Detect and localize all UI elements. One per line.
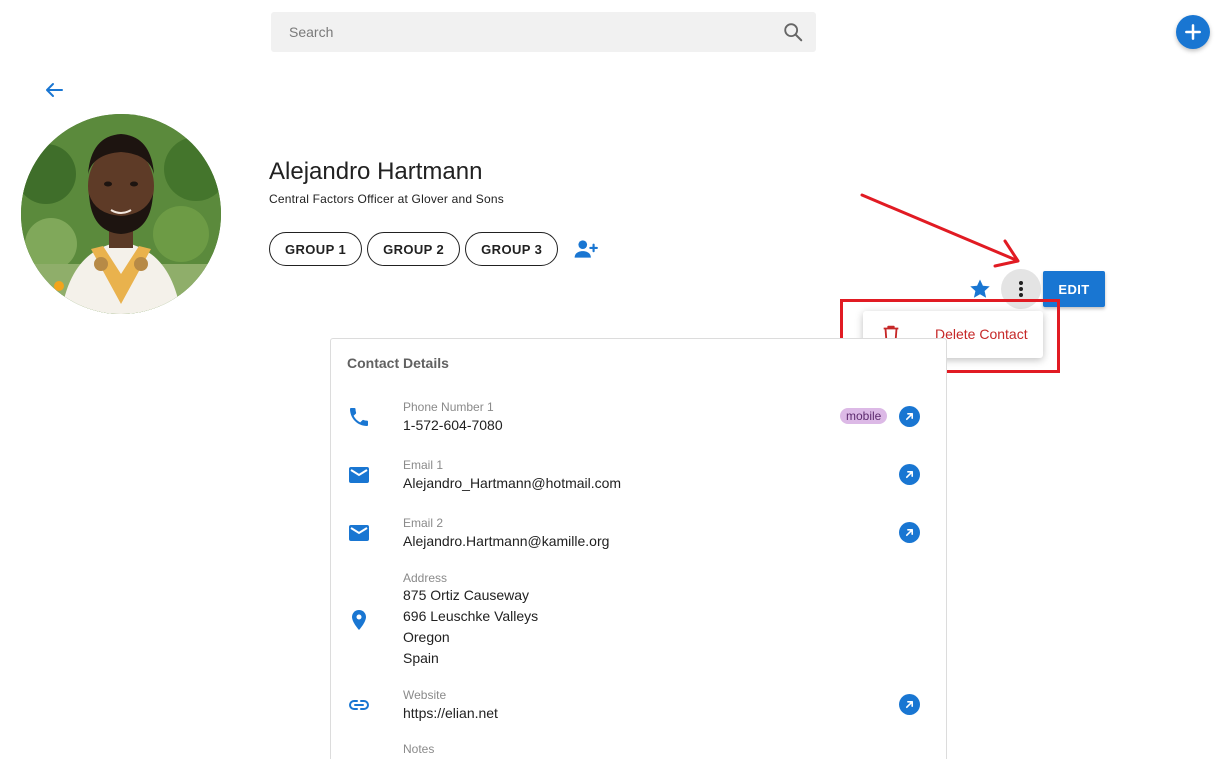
detail-website: Website https://elian.net	[331, 685, 946, 735]
card-title: Contact Details	[347, 355, 449, 371]
website-value: https://elian.net	[403, 705, 498, 721]
group-chip-3[interactable]: GROUP 3	[465, 232, 559, 266]
address-line-3: Oregon	[403, 629, 450, 645]
open-external-icon	[905, 412, 914, 421]
avatar-photo	[21, 114, 221, 314]
phone-label: Phone Number 1	[403, 400, 494, 414]
detail-address: Address 875 Ortiz Causeway 696 Leuschke …	[331, 569, 946, 669]
detail-notes: Notes	[331, 740, 946, 759]
email-icon	[349, 525, 369, 541]
group-chip-1[interactable]: GROUP 1	[269, 232, 363, 266]
plus-icon	[1185, 24, 1201, 40]
avatar	[21, 114, 221, 314]
detail-email-1: Email 1 Alejandro_Hartmann@hotmail.com	[331, 455, 946, 505]
phone-icon	[350, 408, 368, 426]
email-1-value: Alejandro_Hartmann@hotmail.com	[403, 475, 622, 491]
call-phone-button[interactable]	[899, 406, 920, 427]
link-icon	[349, 700, 369, 710]
open-email-2-button[interactable]	[899, 522, 920, 543]
open-website-button[interactable]	[899, 694, 920, 715]
detail-email-2: Email 2 Alejandro.Hartmann@kamille.org	[331, 513, 946, 563]
delete-contact-label: Delete Contact	[935, 326, 1028, 342]
notes-label: Notes	[403, 742, 435, 756]
contact-name: Alejandro Hartmann	[269, 158, 483, 185]
add-contact-button[interactable]	[1176, 15, 1210, 49]
open-external-icon	[905, 470, 914, 479]
phone-type-badge: mobile	[840, 408, 888, 424]
email-2-label: Email 2	[403, 516, 444, 530]
contact-job-title: Central Factors Officer at Glover and So…	[269, 192, 504, 206]
group-chip-2[interactable]: GROUP 2	[367, 232, 461, 266]
search-icon[interactable]	[782, 21, 804, 43]
detail-phone: Phone Number 1 1-572-604-7080 mobile	[331, 397, 946, 447]
open-external-icon	[905, 700, 914, 709]
edit-button[interactable]: EDIT	[1043, 271, 1105, 307]
address-line-1: 875 Ortiz Causeway	[403, 587, 530, 603]
address-line-2: 696 Leuschke Valleys	[403, 608, 539, 624]
more-options-button[interactable]	[1001, 269, 1041, 309]
contact-page: Alejandro Hartmann Central Factors Offic…	[0, 0, 1229, 759]
email-2-value: Alejandro.Hartmann@kamille.org	[403, 533, 610, 549]
email-1-label: Email 1	[403, 458, 444, 472]
address-label: Address	[403, 571, 448, 585]
more-vertical-icon	[1019, 281, 1023, 297]
open-external-icon	[905, 528, 914, 537]
phone-value: 1-572-604-7080	[403, 417, 503, 433]
arrow-left-icon[interactable]	[42, 78, 66, 102]
person-add-icon[interactable]	[573, 236, 599, 262]
location-pin-icon	[352, 610, 366, 630]
website-label: Website	[403, 688, 447, 702]
search-bar	[271, 12, 816, 52]
search-input[interactable]	[271, 12, 771, 52]
address-line-4: Spain	[403, 650, 439, 666]
email-icon	[349, 467, 369, 483]
group-list: GROUP 1 GROUP 2 GROUP 3	[269, 232, 599, 266]
open-email-1-button[interactable]	[899, 464, 920, 485]
contact-details-card: Contact Details Phone Number 1 1-572-604…	[330, 338, 947, 759]
star-icon[interactable]	[968, 277, 992, 301]
